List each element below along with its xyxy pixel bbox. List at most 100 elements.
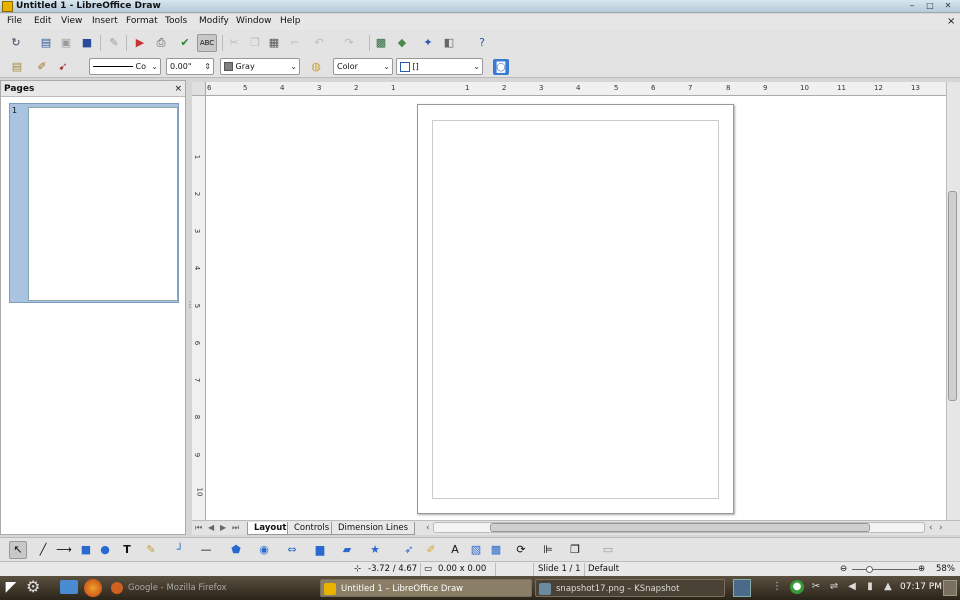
notification-icon[interactable]: ⋮ [770,580,784,594]
block-arrows-icon[interactable]: ⇔ [284,542,300,558]
menu-window[interactable]: Window [235,16,273,26]
insert-chart-icon[interactable]: ◆ [394,35,410,51]
menu-view[interactable]: View [60,16,83,26]
line-color-select[interactable]: Gray ⌄ [220,58,300,75]
close-button[interactable]: ✕ [940,1,956,11]
show-desktop-button[interactable] [943,580,957,596]
symbol-shapes-icon[interactable]: ◉ [256,542,272,558]
tab-prev-icon[interactable]: ◀ [208,523,214,532]
document-close-icon[interactable]: × [946,16,956,27]
new-document-icon[interactable]: ↻ [8,35,24,51]
stars-icon[interactable]: ★ [367,542,383,558]
task-libreoffice-draw[interactable]: Untitled 1 – LibreOffice Draw [320,579,532,597]
line-tool-icon[interactable]: ╱ [35,542,51,558]
horizontal-ruler[interactable]: 6 5 4 3 2 1 1 2 3 4 5 6 7 8 9 10 11 12 13 [192,82,946,96]
maximize-button[interactable]: □ [922,1,938,11]
zoom-in-icon[interactable]: ⊕ [918,564,925,575]
scroll-left-icon[interactable]: ‹ [929,523,933,533]
panel-splitter[interactable]: ⋮ [186,300,194,320]
clone-formatting-icon[interactable]: ⌐ [287,35,303,51]
scissors-icon[interactable]: ✂ [809,580,823,594]
line-style-select[interactable]: Co ⌄ [89,58,161,75]
task-ksnapshot[interactable]: snapshot17.png – KSnapshot [535,579,725,597]
extrusion-icon[interactable]: ▭ [600,542,616,558]
rectangle-tool-icon[interactable]: ■ [78,542,94,558]
area-icon[interactable]: ◍ [308,59,324,75]
navigator-icon[interactable]: ✦ [420,35,436,51]
tab-last-icon[interactable]: ⏭ [232,523,239,533]
scroll-right-icon[interactable]: › [939,523,943,533]
battery-icon[interactable]: ▮ [863,580,877,594]
line-width-field[interactable]: 0.00" ⇕ [166,58,214,75]
tab-dimension-lines[interactable]: Dimension Lines [331,522,416,535]
zoom-slider-track[interactable] [852,569,918,570]
zoom-level[interactable]: 58% [936,564,955,575]
from-file-icon[interactable]: ▧ [468,542,484,558]
spelling-icon[interactable]: ✔ [177,35,193,51]
menu-file[interactable]: File [6,16,23,26]
email-icon[interactable]: ■ [79,35,95,51]
save-icon[interactable]: ▣ [58,35,74,51]
export-pdf-icon[interactable]: ▶ [132,35,148,51]
horizontal-scroll-thumb[interactable] [490,523,870,532]
text-tool-icon[interactable]: T [119,542,135,558]
gallery-icon[interactable]: ◧ [441,35,457,51]
menu-format[interactable]: Format [125,16,159,26]
print-icon[interactable]: ⎙ [153,35,169,51]
tab-controls[interactable]: Controls [287,522,337,535]
firefox-icon[interactable] [84,579,102,597]
zoom-slider-handle[interactable] [866,566,873,573]
open-icon[interactable]: ▤ [38,35,54,51]
menu-insert[interactable]: Insert [91,16,119,26]
usb-icon[interactable]: ⇌ [827,580,841,594]
edit-file-icon[interactable]: ✎ [106,35,122,51]
menu-edit[interactable]: Edit [33,16,52,26]
line-icon[interactable]: ✐ [34,59,50,75]
callouts-icon[interactable]: ▰ [339,542,355,558]
minimize-button[interactable]: ‒ [904,1,920,11]
page-thumbnail[interactable]: 1 [9,103,179,303]
menu-modify[interactable]: Modify [198,16,230,26]
area-style-select[interactable]: Color ⌄ [333,58,393,75]
tab-next-icon[interactable]: ▶ [220,523,226,532]
network-status-icon[interactable]: ● [790,580,804,594]
vertical-ruler[interactable]: 1 2 3 4 5 6 7 8 9 10 [192,96,206,520]
arrange-icon[interactable]: ❐ [567,542,583,558]
arrow-style-icon[interactable]: ➹ [55,59,71,75]
launcher-icon[interactable]: ◤ [4,580,18,594]
shadow-icon[interactable]: ◙ [493,59,509,75]
curve-tool-icon[interactable]: ✎ [143,542,159,558]
redo-icon[interactable]: ↷ [341,35,357,51]
autospell-icon[interactable]: ABC [197,34,217,52]
cut-icon[interactable]: ✂ [226,35,242,51]
points-icon[interactable]: ➶ [401,542,417,558]
select-arrow-icon[interactable]: ↖ [9,541,27,559]
connector-tool-icon[interactable]: ┘ [172,542,188,558]
tab-first-icon[interactable]: ⏮ [195,523,202,533]
basic-shapes-icon[interactable]: ⬟ [228,542,244,558]
rotate-icon[interactable]: ⟳ [513,542,529,558]
undo-icon[interactable]: ↶ [311,35,327,51]
folder-icon[interactable] [60,580,78,594]
tray-expand-icon[interactable]: ▲ [881,580,895,594]
area-fill-select[interactable]: [] ⌄ [396,58,483,75]
menu-help[interactable]: Help [279,16,302,26]
volume-icon[interactable]: ◀ [845,580,859,594]
copy-icon[interactable]: ❐ [247,35,263,51]
help-icon[interactable]: ? [474,35,490,51]
flowchart-icon[interactable]: ▆ [312,542,328,558]
lines-arrows-icon[interactable]: — [198,542,214,558]
vertical-scroll-thumb[interactable] [948,191,957,401]
fontwork-icon[interactable]: A [447,542,463,558]
menu-tools[interactable]: Tools [164,16,188,26]
glue-points-icon[interactable]: ✐ [423,542,439,558]
gallery-tool-icon[interactable]: ▩ [488,542,504,558]
scroll-left-icon[interactable]: ‹ [426,523,430,533]
desktop-pager[interactable] [733,579,751,597]
align-icon[interactable]: ⊫ [540,542,556,558]
line-arrow-tool-icon[interactable]: ⟶ [56,542,72,558]
close-panel-icon[interactable]: × [174,84,182,94]
ellipse-tool-icon[interactable]: ● [97,542,113,558]
zoom-out-icon[interactable]: ⊖ [840,564,847,575]
paste-icon[interactable]: ▦ [266,35,282,51]
